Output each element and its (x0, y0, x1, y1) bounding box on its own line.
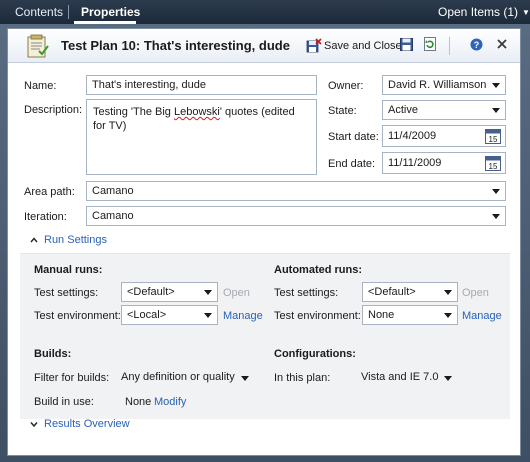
owner-value: David R. Williamson (388, 79, 487, 91)
chevron-down-icon (492, 189, 500, 194)
chevron-down-icon (204, 290, 212, 295)
area-path-dropdown[interactable]: Camano (86, 181, 506, 201)
close-icon[interactable] (496, 38, 508, 50)
results-overview-label: Results Overview (44, 418, 130, 430)
test-plan-panel: Test Plan 10: That's interesting, dude S… (7, 28, 521, 456)
end-date-value: 11/11/2009 (388, 157, 442, 169)
area-path-value: Camano (92, 185, 134, 197)
owner-label: Owner: (328, 80, 364, 92)
automated-open-link[interactable]: Open (462, 287, 489, 299)
manual-test-settings-value: <Default> (127, 286, 175, 298)
filter-for-builds-dropdown[interactable]: Any definition or quality (121, 371, 251, 387)
chevron-down-icon (492, 214, 500, 219)
results-overview-toggle[interactable]: Results Overview (30, 418, 130, 430)
refresh-icon[interactable] (423, 37, 437, 51)
manual-test-environment-value: <Local> (127, 309, 167, 321)
owner-dropdown[interactable]: David R. Williamson (382, 75, 506, 95)
tab-divider (68, 5, 69, 19)
manual-test-settings-dropdown[interactable]: <Default> (121, 282, 218, 302)
end-date-label: End date: (328, 158, 376, 170)
start-date-value: 11/4/2009 (388, 130, 437, 142)
in-this-plan-label: In this plan: (274, 372, 331, 384)
manual-runs-title: Manual runs: (34, 264, 103, 276)
save-and-close-label: Save and Close (324, 40, 402, 52)
end-date-picker[interactable]: 11/11/2009 15 (382, 152, 506, 174)
configurations-title: Configurations: (274, 348, 356, 360)
active-tab-indicator (74, 21, 136, 24)
automated-runs-title: Automated runs: (274, 264, 362, 276)
chevron-down-icon (444, 313, 452, 318)
name-input[interactable]: That's interesting, dude (86, 75, 317, 95)
state-dropdown[interactable]: Active (382, 100, 506, 120)
filter-for-builds-value: Any definition or quality (121, 371, 235, 383)
run-settings-section: Manual runs: Test settings: <Default> Op… (20, 253, 510, 419)
open-items-label: Open Items (1) (438, 5, 519, 19)
svg-text:?: ? (474, 40, 480, 50)
chevron-down-icon (444, 290, 452, 295)
modify-build-link[interactable]: Modify (154, 396, 186, 408)
iteration-label: Iteration: (24, 211, 67, 223)
configurations-dropdown[interactable]: Vista and IE 7.0 (361, 371, 454, 387)
description-text-start: Testing 'The Big (93, 106, 174, 118)
manual-test-environment-dropdown[interactable]: <Local> (121, 305, 218, 325)
manual-open-link[interactable]: Open (223, 287, 250, 299)
builds-title: Builds: (34, 348, 72, 360)
test-plan-icon (27, 34, 49, 58)
calendar-icon[interactable]: 15 (485, 155, 501, 171)
chevron-up-icon (30, 237, 38, 243)
manual-test-settings-label: Test settings: (34, 287, 99, 299)
chevron-down-icon (30, 422, 38, 427)
chevron-down-icon: ▼ (522, 8, 530, 17)
filter-for-builds-label: Filter for builds: (34, 372, 110, 384)
chevron-down-icon (492, 108, 500, 113)
automated-test-settings-value: <Default> (368, 286, 416, 298)
run-settings-label: Run Settings (44, 234, 107, 246)
top-tab-strip: Contents Properties Open Items (1) ▼ (0, 0, 530, 24)
calendar-day: 15 (489, 135, 498, 144)
calendar-icon[interactable]: 15 (485, 128, 501, 144)
state-label: State: (328, 105, 357, 117)
open-items-menu[interactable]: Open Items (1) ▼ (438, 5, 530, 19)
build-in-use-value: None (125, 396, 152, 408)
configurations-value: Vista and IE 7.0 (361, 371, 439, 383)
area-path-label: Area path: (24, 186, 75, 198)
automated-test-environment-label: Test environment: (274, 310, 361, 322)
start-date-picker[interactable]: 11/4/2009 15 (382, 125, 506, 147)
save-close-icon (306, 38, 322, 53)
automated-manage-link[interactable]: Manage (462, 310, 502, 322)
start-date-label: Start date: (328, 131, 379, 143)
description-input[interactable]: Testing 'The Big Lebowski' quotes (edite… (86, 99, 317, 175)
description-label: Description: (24, 104, 83, 116)
toolbar-divider (449, 37, 450, 55)
automated-test-settings-dropdown[interactable]: <Default> (362, 282, 458, 302)
save-icon[interactable] (400, 38, 413, 51)
automated-test-settings-label: Test settings: (274, 287, 339, 299)
chevron-down-icon (240, 376, 249, 381)
page-title: Test Plan 10: That's interesting, dude (61, 38, 290, 53)
state-value: Active (388, 104, 418, 116)
tab-properties[interactable]: Properties (81, 5, 140, 19)
title-bar: Test Plan 10: That's interesting, dude S… (8, 29, 520, 63)
manual-manage-link[interactable]: Manage (223, 310, 263, 322)
manual-test-environment-label: Test environment: (34, 310, 121, 322)
iteration-value: Camano (92, 210, 134, 222)
chevron-down-icon (444, 376, 453, 381)
save-and-close-button[interactable]: Save and Close (306, 36, 402, 56)
window-frame: Contents Properties Open Items (1) ▼ Test… (0, 0, 530, 462)
iteration-dropdown[interactable]: Camano (86, 206, 506, 226)
chevron-down-icon (492, 83, 500, 88)
automated-test-environment-value: None (368, 309, 395, 321)
misspelled-word: Lebowski (173, 106, 220, 118)
calendar-day: 15 (489, 162, 498, 171)
tab-contents[interactable]: Contents (15, 5, 63, 19)
name-label: Name: (24, 80, 57, 92)
run-settings-toggle[interactable]: Run Settings (30, 234, 107, 246)
build-in-use-label: Build in use: (34, 396, 94, 408)
chevron-down-icon (204, 313, 212, 318)
automated-test-environment-dropdown[interactable]: None (362, 305, 458, 325)
help-icon[interactable]: ? (470, 38, 483, 51)
